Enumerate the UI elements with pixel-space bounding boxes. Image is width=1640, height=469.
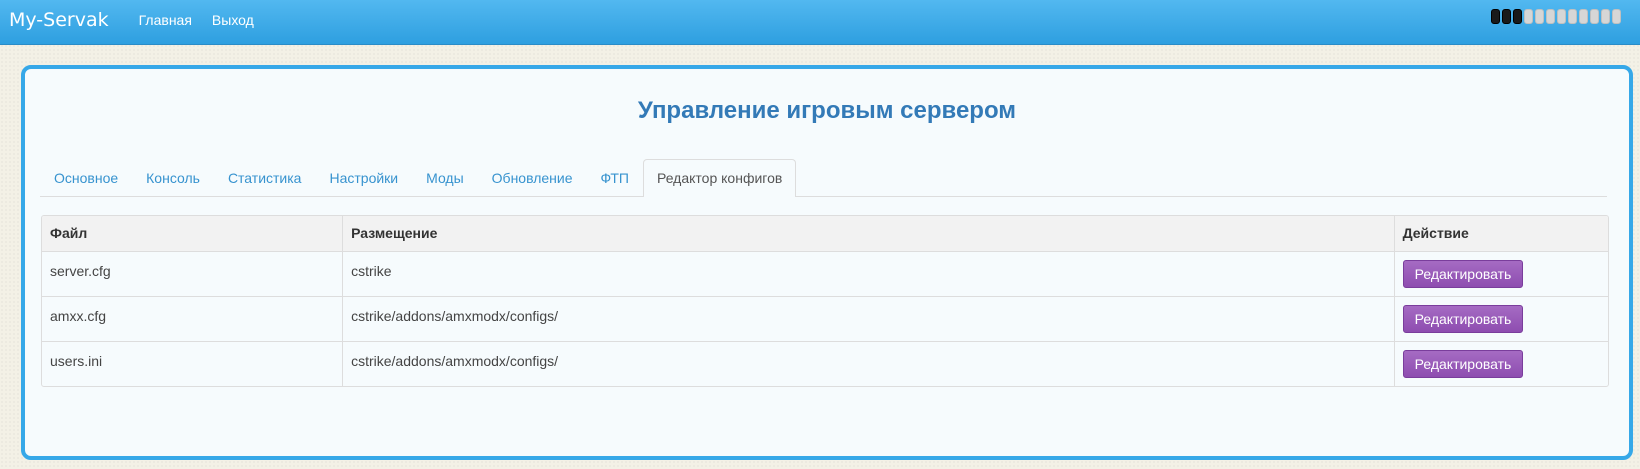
signal-bar xyxy=(1568,9,1577,24)
brand-logo[interactable]: My-Servak xyxy=(9,9,109,31)
column-header-file: Файл xyxy=(42,216,344,252)
table-row: amxx.cfg cstrike/addons/amxmodx/configs/… xyxy=(42,296,1608,342)
server-panel: Управление игровым сервером Основное Кон… xyxy=(21,65,1633,460)
nav-link-home[interactable]: Главная xyxy=(139,12,192,28)
file-location: cstrike xyxy=(342,251,1395,297)
signal-bar xyxy=(1513,9,1522,24)
tab-ftp[interactable]: ФТП xyxy=(587,159,643,196)
config-files-table: Файл Размещение Действие server.cfg cstr… xyxy=(41,215,1609,387)
signal-bar xyxy=(1557,9,1566,24)
tab-statistics[interactable]: Статистика xyxy=(214,159,316,196)
signal-bar xyxy=(1502,9,1511,24)
edit-button[interactable]: Редактировать xyxy=(1402,304,1524,333)
tab-config-editor[interactable]: Редактор конфигов xyxy=(642,159,797,197)
signal-bar xyxy=(1535,9,1544,24)
file-name: users.ini xyxy=(42,341,344,386)
signal-bar xyxy=(1612,9,1621,24)
file-location: cstrike/addons/amxmodx/configs/ xyxy=(342,341,1395,386)
signal-bar xyxy=(1601,9,1610,24)
top-navbar: My-Servak Главная Выход xyxy=(0,0,1640,45)
tab-update[interactable]: Обновление xyxy=(478,159,587,196)
signal-bar xyxy=(1546,9,1555,24)
page-title: Управление игровым сервером xyxy=(637,97,1017,124)
tab-settings[interactable]: Настройки xyxy=(315,159,412,196)
tab-mods[interactable]: Моды xyxy=(412,159,478,196)
signal-bar xyxy=(1491,9,1500,24)
table-header-row: Файл Размещение Действие xyxy=(42,216,1608,252)
file-name: amxx.cfg xyxy=(42,296,344,342)
file-location: cstrike/addons/amxmodx/configs/ xyxy=(342,296,1395,342)
tab-main[interactable]: Основное xyxy=(40,159,132,196)
server-tabs: Основное Консоль Статистика Настройки Мо… xyxy=(40,159,1607,197)
signal-indicator-icon xyxy=(1491,9,1621,24)
signal-bar xyxy=(1590,9,1599,24)
table-row: users.ini cstrike/addons/amxmodx/configs… xyxy=(42,341,1608,386)
signal-bar xyxy=(1524,9,1533,24)
edit-button[interactable]: Редактировать xyxy=(1402,259,1524,288)
file-name: server.cfg xyxy=(42,251,344,297)
signal-bar xyxy=(1579,9,1588,24)
edit-button[interactable]: Редактировать xyxy=(1402,349,1524,378)
column-header-action: Действие xyxy=(1394,216,1608,252)
table-row: server.cfg cstrike Редактировать xyxy=(42,251,1608,297)
column-header-location: Размещение xyxy=(342,216,1395,252)
nav-link-logout[interactable]: Выход xyxy=(212,12,254,28)
tab-console[interactable]: Консоль xyxy=(132,159,214,196)
